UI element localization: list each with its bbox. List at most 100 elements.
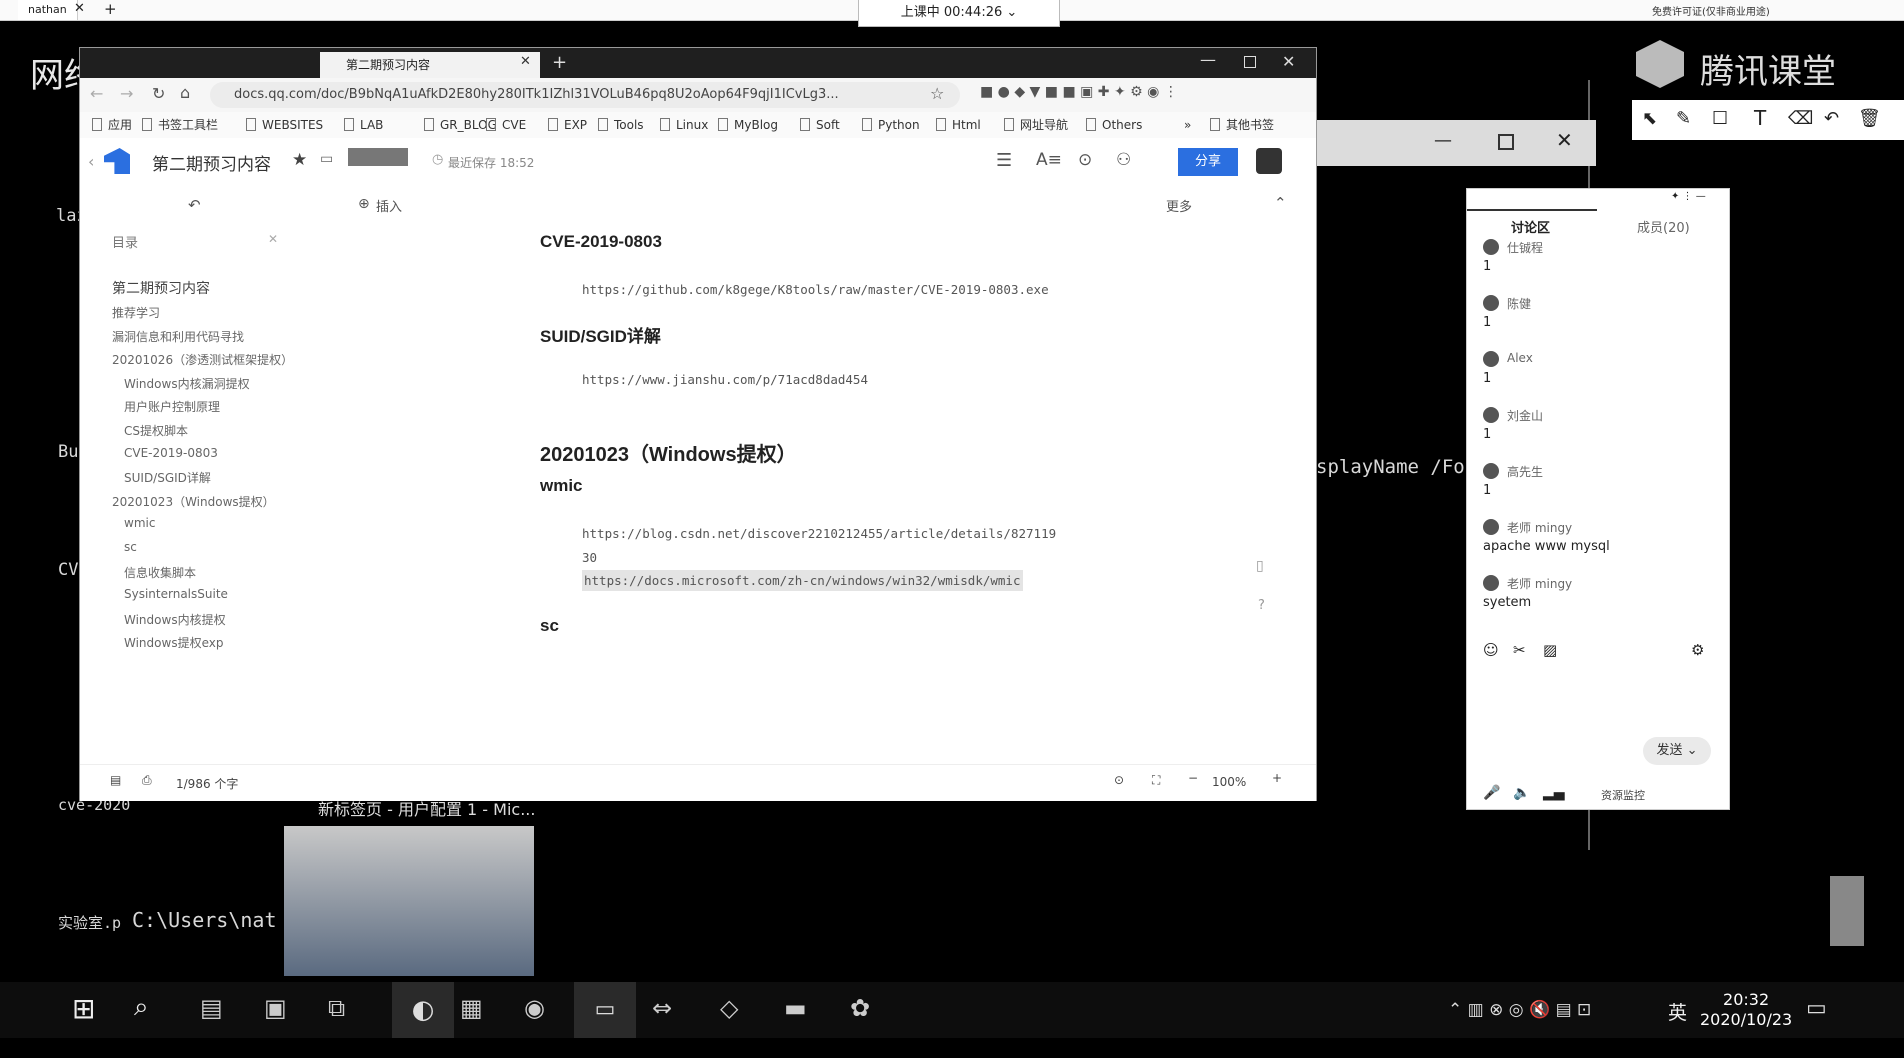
bookmark-item[interactable]: 应用 (92, 112, 132, 138)
rectangle-icon[interactable]: ☐ (1712, 108, 1728, 129)
url-field[interactable]: docs.qq.com/doc/B9bNqA1uAfkD2E80hy280ITk… (210, 82, 960, 108)
extensions-icon[interactable]: ■ ● ◆ ▼ ■ ■ ▣ ✚ ✦ ⚙ ◉ ⋮ (980, 84, 1178, 100)
bookmark-item[interactable]: » (1184, 112, 1191, 138)
windows-start-icon[interactable]: ⊞ (72, 992, 95, 1025)
insert-button[interactable]: 插入 (376, 196, 402, 215)
collaborators-avatars[interactable] (348, 148, 408, 166)
user-tab[interactable]: nathan (18, 0, 78, 20)
star-icon[interactable]: ☆ (930, 84, 944, 103)
link-cve[interactable]: https://github.com/k8gege/K8tools/raw/ma… (582, 282, 1049, 297)
outline-item[interactable]: Windows内核提权 (124, 611, 226, 628)
scissors-icon[interactable]: ✂ (1513, 641, 1526, 659)
bookmark-item[interactable]: Html (936, 112, 981, 138)
fullscreen-icon[interactable]: ⛶ (1152, 773, 1160, 788)
share-button[interactable]: 分享 (1178, 148, 1238, 176)
select-icon[interactable]: ⬉ (1642, 108, 1657, 129)
present-icon[interactable]: ⊙ (1078, 150, 1092, 170)
eraser-icon[interactable]: ⌫ (1788, 108, 1813, 129)
outline-item[interactable]: SUID/SGID详解 (124, 469, 211, 486)
search-icon[interactable]: ⌕ (134, 992, 149, 1023)
bookmark-item[interactable]: Others (1086, 112, 1142, 138)
bookmark-item[interactable]: 网址导航 (1004, 112, 1068, 138)
mobile-view-icon[interactable]: ▯ (1256, 558, 1264, 574)
teamviewer-icon[interactable]: ⇔ (652, 994, 672, 1022)
outline-close-icon[interactable]: ✕ (268, 232, 278, 246)
side-widget[interactable] (1830, 876, 1864, 946)
maximize-icon[interactable] (1498, 134, 1514, 150)
collaborate-icon[interactable]: ⚇ (1116, 150, 1131, 170)
docs-logo-icon[interactable] (104, 148, 130, 174)
bookmark-item[interactable]: LAB (344, 112, 383, 138)
browser-tab-active[interactable]: 第二期预习内容 (320, 52, 540, 78)
bookmark-item[interactable]: 书签工具栏 (142, 112, 218, 138)
bookmark-item[interactable]: Soft (800, 112, 840, 138)
folder-icon[interactable]: ▭ (320, 151, 333, 167)
add-tab-icon[interactable]: + (104, 0, 117, 18)
pen-icon[interactable]: ✎ (1676, 108, 1691, 129)
help-icon[interactable]: ? (1258, 598, 1265, 613)
minimize-icon[interactable]: — (1434, 130, 1452, 151)
outline-item[interactable]: 用户账户控制原理 (124, 398, 220, 415)
bookmark-item[interactable]: MyBlog (718, 112, 778, 138)
outline-item[interactable]: Windows内核漏洞提权 (124, 375, 250, 392)
doc-title[interactable]: 第二期预习内容 (152, 150, 271, 175)
link-wmic-csdn[interactable]: https://blog.csdn.net/discover2210212455… (582, 526, 1056, 541)
undo-icon[interactable]: ↶ (188, 196, 201, 214)
bookmark-item[interactable]: Linux (660, 112, 708, 138)
outline-item[interactable]: 20201023（Windows提权） (112, 493, 275, 510)
signal-icon[interactable]: ▂▄ (1543, 785, 1565, 801)
outline-item[interactable]: CVE-2019-0803 (124, 446, 218, 460)
outline-item[interactable]: CS提权脚本 (124, 422, 188, 439)
outline-item[interactable]: 漏洞信息和利用代码寻找 (112, 328, 244, 345)
bookmark-item[interactable]: CVE (486, 112, 526, 138)
outline-item[interactable]: 信息收集脚本 (124, 564, 196, 581)
app-icon-11[interactable]: ✿ (850, 994, 870, 1022)
bookmark-item[interactable]: 其他书签 (1210, 112, 1274, 138)
close-icon[interactable]: ✕ (1556, 128, 1573, 152)
file-explorer-icon[interactable]: ▤ (200, 994, 223, 1022)
taskbar-preview-thumbnail[interactable] (284, 826, 534, 976)
outline-item[interactable]: 推荐学习 (112, 304, 160, 321)
bookmark-item[interactable]: EXP (548, 112, 587, 138)
collapse-icon[interactable]: ⌃ (1274, 194, 1287, 212)
zoom-out-icon[interactable]: − (1188, 771, 1198, 785)
link-wmic-microsoft[interactable]: https://docs.microsoft.com/zh-cn/windows… (582, 570, 1023, 591)
outline-item[interactable]: 第二期预习内容 (112, 278, 210, 298)
more-button[interactable]: 更多 (1166, 196, 1192, 215)
new-tab-icon[interactable]: + (552, 52, 567, 73)
font-size-icon[interactable]: A≡ (1036, 150, 1062, 170)
panel-pin-icon[interactable]: ✦ ⋮ — (1671, 191, 1706, 202)
favorite-star-icon[interactable]: ★ (292, 150, 307, 170)
zoom-in-icon[interactable]: + (1272, 771, 1282, 785)
mic-icon[interactable]: 🎤 (1483, 785, 1500, 801)
window-minimize-icon[interactable]: — (1200, 50, 1216, 69)
settings-icon[interactable]: ⚙ (1691, 641, 1704, 659)
bookmark-item[interactable]: Python (862, 112, 920, 138)
window-close-icon[interactable]: ✕ (1282, 52, 1295, 71)
app-icon-5[interactable]: ▦ (460, 994, 483, 1022)
app-icon-3[interactable]: ⧉ (328, 994, 345, 1022)
outline-item[interactable]: SysinternalsSuite (124, 587, 228, 601)
outline-item[interactable]: wmic (124, 516, 155, 530)
outline-toggle-icon[interactable]: ▤ (110, 773, 121, 787)
menu-icon[interactable]: ☰ (996, 150, 1012, 171)
tab-close-icon[interactable]: ✕ (520, 54, 531, 69)
resource-monitor[interactable]: 资源监控 (1601, 787, 1645, 803)
forward-icon[interactable]: → (120, 84, 133, 103)
clock[interactable]: 20:32 2020/10/23 (1700, 990, 1792, 1030)
close-icon[interactable]: ✕ (74, 1, 85, 16)
insert-icon[interactable]: ⊕ (358, 196, 370, 212)
speaker-icon[interactable]: 🔈 (1513, 785, 1530, 801)
back-icon[interactable]: ← (90, 84, 103, 103)
outline-item[interactable]: sc (124, 540, 137, 554)
play-icon[interactable]: ⊙ (1114, 773, 1124, 787)
reload-icon[interactable]: ↻ (152, 84, 165, 103)
app-icon-9[interactable]: ◇ (720, 994, 738, 1022)
app-icon-6[interactable]: ◉ (524, 994, 545, 1022)
tab-members[interactable]: 成员(20) (1637, 217, 1690, 236)
cmd-icon[interactable]: ▬ (784, 994, 807, 1022)
ime-indicator[interactable]: 英 (1668, 998, 1687, 1025)
terminal-icon[interactable]: ▭ (574, 982, 636, 1038)
back-chevron-icon[interactable]: ‹ (88, 152, 94, 171)
link-wmic-csdn-cont[interactable]: 30 (582, 550, 597, 565)
